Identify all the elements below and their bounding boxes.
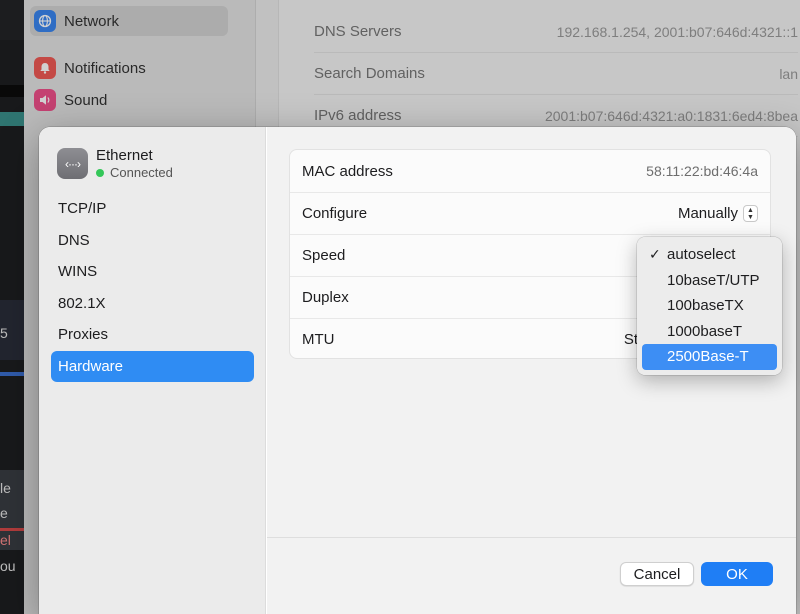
- mac-address-row: MAC address 58:11:22:bd:46:4a: [290, 150, 770, 192]
- nav-item-tcpip[interactable]: TCP/IP: [51, 193, 254, 224]
- menu-item-label: autoselect: [667, 246, 736, 264]
- interface-name: Ethernet: [96, 147, 153, 164]
- menu-item-10baset-utp[interactable]: 10baseT/UTP: [642, 268, 777, 294]
- mtu-label: MTU: [302, 331, 335, 348]
- configure-value: Manually: [677, 205, 738, 222]
- menu-item-1000baset[interactable]: 1000baseT: [642, 319, 777, 345]
- speed-dropdown-menu: ✓ autoselect 10baseT/UTP 100baseTX 1000b…: [637, 237, 782, 375]
- nav-item-dns[interactable]: DNS: [51, 225, 254, 256]
- configure-label: Configure: [302, 205, 368, 222]
- cancel-button[interactable]: Cancel: [620, 562, 694, 586]
- nav-item-8021x[interactable]: 802.1X: [51, 288, 254, 319]
- chevron-up-down-icon: ▲ ▼: [743, 205, 758, 222]
- speed-label: Speed: [302, 247, 346, 264]
- nav-item-hardware[interactable]: Hardware: [51, 351, 254, 382]
- checkmark-icon: ✓: [649, 246, 661, 262]
- nav-item-wins[interactable]: WINS: [51, 256, 254, 287]
- ok-button[interactable]: OK: [701, 562, 773, 586]
- configure-popup[interactable]: Manually ▲ ▼: [678, 205, 758, 222]
- menu-item-label: 10baseT/UTP: [667, 271, 760, 289]
- connection-status: Connected: [96, 165, 173, 180]
- duplex-label: Duplex: [302, 289, 349, 306]
- sheet-sidebar: ‹···› Ethernet Connected TCP/IP DNS WINS…: [39, 127, 266, 614]
- sheet-footer: Cancel OK: [267, 537, 796, 614]
- menu-item-autoselect[interactable]: ✓ autoselect: [642, 242, 777, 268]
- menu-item-label: 1000baseT: [667, 322, 743, 340]
- menu-item-2500base-t[interactable]: 2500Base-T: [642, 344, 777, 370]
- mac-address-value: 58:11:22:bd:46:4a: [646, 163, 758, 179]
- status-dot-icon: [96, 168, 104, 177]
- interface-header: ‹···› Ethernet Connected: [57, 147, 173, 180]
- menu-item-label: 100baseTX: [667, 297, 744, 315]
- mac-address-label: MAC address: [302, 162, 393, 180]
- ethernet-icon: ‹···›: [57, 148, 88, 179]
- menu-item-label: 2500Base-T: [667, 348, 749, 366]
- nav-item-proxies[interactable]: Proxies: [51, 319, 254, 350]
- mtu-popup[interactable]: St: [624, 331, 638, 348]
- status-label: Connected: [110, 165, 173, 180]
- menu-item-100basetx[interactable]: 100baseTX: [642, 293, 777, 319]
- configure-row: Configure Manually ▲ ▼: [290, 192, 770, 234]
